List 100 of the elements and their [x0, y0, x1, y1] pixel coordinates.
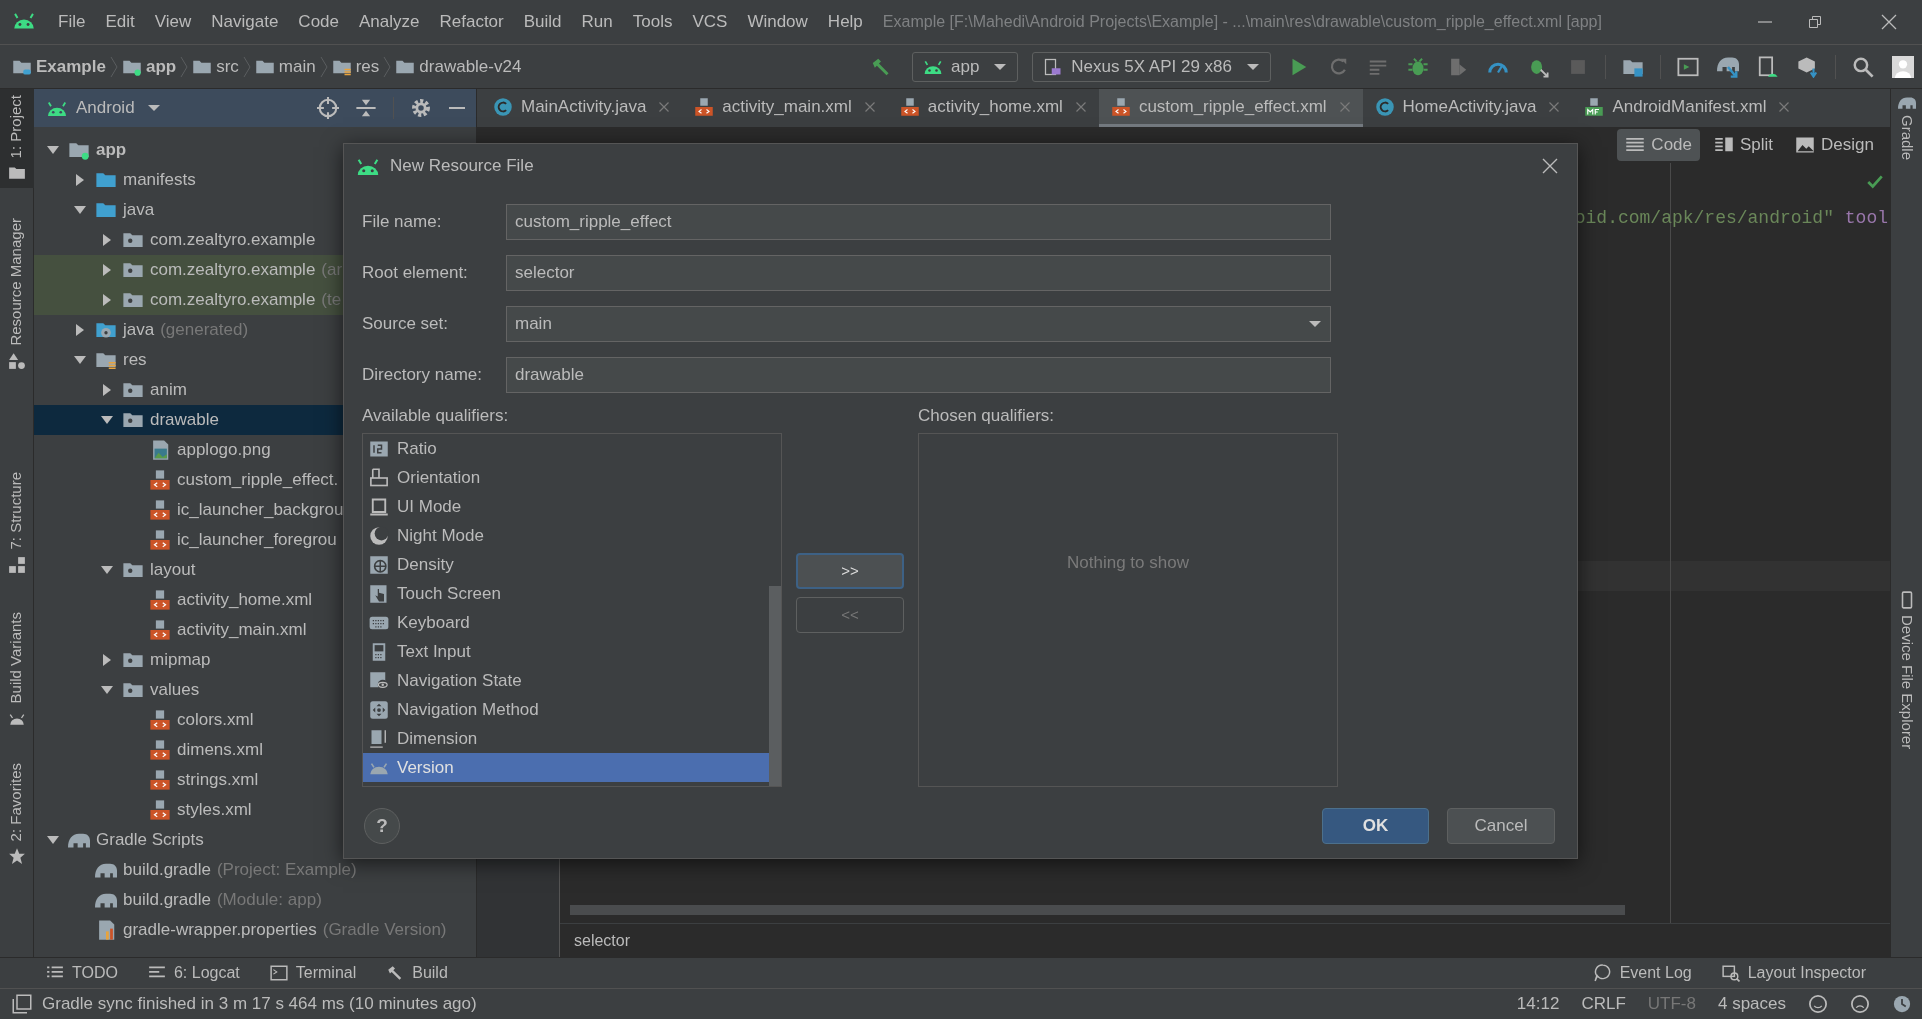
close-icon[interactable] [863, 100, 876, 113]
menu-item[interactable]: Build [513, 9, 572, 35]
tool-window-tab[interactable]: Build Variants [0, 605, 34, 733]
close-icon[interactable] [1548, 100, 1561, 113]
locate-button[interactable] [317, 97, 339, 119]
circle-icon[interactable] [1808, 994, 1828, 1014]
shapes-icon [7, 351, 26, 370]
menu-item[interactable]: File [48, 9, 96, 35]
editor-tab[interactable]: activity_home.xml [887, 89, 1099, 127]
close-icon[interactable] [658, 100, 671, 113]
phone-icon [1043, 56, 1064, 77]
breadcrumb-link[interactable]: res [331, 53, 380, 80]
breadcrumb-link[interactable]: selector [574, 928, 631, 953]
menu-item[interactable]: Code [288, 9, 349, 35]
breadcrumb-link[interactable]: drawable-v24 [395, 53, 522, 80]
list-item[interactable]: Navigation State [363, 666, 769, 695]
chevron-icon [180, 55, 189, 78]
close-icon [1541, 157, 1559, 175]
circle-icon[interactable] [1850, 994, 1870, 1014]
line-separator[interactable]: CRLF [1581, 991, 1626, 1017]
source-set-dropdown[interactable]: main [506, 306, 1331, 342]
help-button[interactable]: ? [364, 808, 400, 844]
tool-window-button[interactable]: TODO [46, 961, 118, 985]
tool-window-button[interactable]: Terminal [269, 961, 357, 985]
view-mode-button[interactable]: Split [1706, 129, 1782, 161]
view-mode-button[interactable]: Design [1787, 129, 1882, 161]
tool-window-tab[interactable]: Resource Manager [0, 212, 34, 376]
window-title: Example [F:\Mahedi\Android Projects\Example] - ...\main\res\drawable\custom_ripple_effect.xml [app] [882, 12, 1602, 32]
tool-window-button[interactable]: Layout Inspector [1721, 961, 1866, 985]
list-item[interactable]: Keyboard [363, 608, 769, 637]
collapse-all-button[interactable] [355, 97, 377, 119]
menu-item[interactable]: Window [737, 9, 818, 35]
list-item[interactable]: Touch Screen [363, 579, 769, 608]
close-icon[interactable] [1778, 100, 1791, 113]
tree-item[interactable]: gradle-wrapper.properties (Gradle Version) [34, 915, 476, 945]
menu-item[interactable]: Edit [95, 9, 145, 35]
xml-file-icon [149, 499, 171, 521]
tool-window-button[interactable]: Build [386, 961, 448, 985]
tool-window-tab[interactable]: Gradle [1895, 89, 1918, 169]
list-item[interactable]: Density [363, 550, 769, 579]
check-icon [1866, 173, 1884, 191]
editor-tab[interactable]: custom_ripple_effect.xml [1098, 89, 1363, 127]
editor-tab[interactable]: AndroidManifest.xml [1572, 89, 1803, 127]
breadcrumb-link[interactable]: app [121, 53, 177, 80]
settings-button[interactable] [410, 97, 432, 119]
scrollbar-thumb[interactable] [769, 586, 781, 786]
tool-window-tab[interactable]: 2: Favorites [0, 756, 34, 872]
manifest-file-icon [1584, 96, 1605, 117]
caret-icon [1246, 61, 1260, 72]
list-item[interactable]: Text Input [363, 637, 769, 666]
caret-position[interactable]: 14:12 [1516, 991, 1560, 1017]
menu-item[interactable]: Help [817, 9, 873, 35]
add-button[interactable]: >> [796, 553, 904, 589]
collapsed-arrow-icon [75, 173, 85, 187]
tool-window-tab[interactable]: Device File Explorer [1895, 582, 1918, 757]
editor-tab[interactable]: HomeActivity.java [1362, 89, 1573, 127]
list-item[interactable]: Version [363, 753, 769, 782]
xml-file-icon [694, 96, 715, 117]
close-icon[interactable] [1074, 100, 1087, 113]
menu-item[interactable]: Navigate [201, 9, 289, 35]
list-item[interactable]: UI Mode [363, 492, 769, 521]
list-item[interactable]: Ratio [363, 434, 769, 463]
list-item[interactable]: Night Mode [363, 521, 769, 550]
breadcrumb-link[interactable]: main [254, 53, 316, 80]
tool-window-button[interactable]: Event Log [1593, 961, 1692, 985]
tree-item[interactable]: build.gradle (Project: Example) [34, 855, 476, 885]
view-dropdown[interactable]: Android [46, 95, 161, 121]
ok-button[interactable]: OK [1322, 808, 1429, 844]
horizontal-scrollbar[interactable] [570, 905, 1625, 915]
input-field[interactable]: drawable [506, 357, 1331, 393]
list-item[interactable]: Dimension [363, 724, 769, 753]
indent-setting[interactable]: 4 spaces [1717, 991, 1786, 1017]
menu-item[interactable]: Run [571, 9, 623, 35]
density-qualifier-icon [369, 554, 389, 575]
input-field[interactable]: custom_ripple_effect [506, 204, 1331, 240]
input-field[interactable]: selector [506, 255, 1331, 291]
account-button[interactable] [1890, 53, 1916, 80]
list-item[interactable]: Orientation [363, 463, 769, 492]
menu-item[interactable]: Refactor [429, 9, 514, 35]
editor-tab[interactable]: MainActivity.java [481, 89, 683, 127]
cancel-button[interactable]: Cancel [1447, 808, 1555, 844]
menu-item[interactable]: Analyze [349, 9, 430, 35]
run-configuration-dropdown[interactable]: app [911, 51, 1019, 82]
device-dropdown[interactable]: Nexus 5X API 29 x86 [1032, 51, 1271, 82]
tool-window-tab[interactable]: 7: Structure [0, 465, 34, 580]
view-mode-button[interactable]: Code [1617, 129, 1700, 161]
editor-tab[interactable]: activity_main.xml [682, 89, 888, 127]
menu-item[interactable]: View [144, 9, 202, 35]
menu-item[interactable]: VCS [682, 9, 738, 35]
clock-icon[interactable] [1892, 994, 1912, 1014]
hide-button[interactable] [448, 106, 466, 110]
breadcrumb-link[interactable]: src [192, 53, 239, 80]
breadcrumb-link[interactable]: Example [12, 53, 106, 80]
tool-window-button[interactable]: 6: Logcat [147, 961, 240, 985]
tool-window-tab[interactable]: 1: Project [0, 89, 34, 189]
collapsed-arrow-icon [102, 233, 112, 247]
list-item[interactable]: Navigation Method [363, 695, 769, 724]
tree-item[interactable]: build.gradle (Module: app) [34, 885, 476, 915]
panel-toggle-icon[interactable] [12, 994, 32, 1014]
menu-item[interactable]: Tools [622, 9, 683, 35]
